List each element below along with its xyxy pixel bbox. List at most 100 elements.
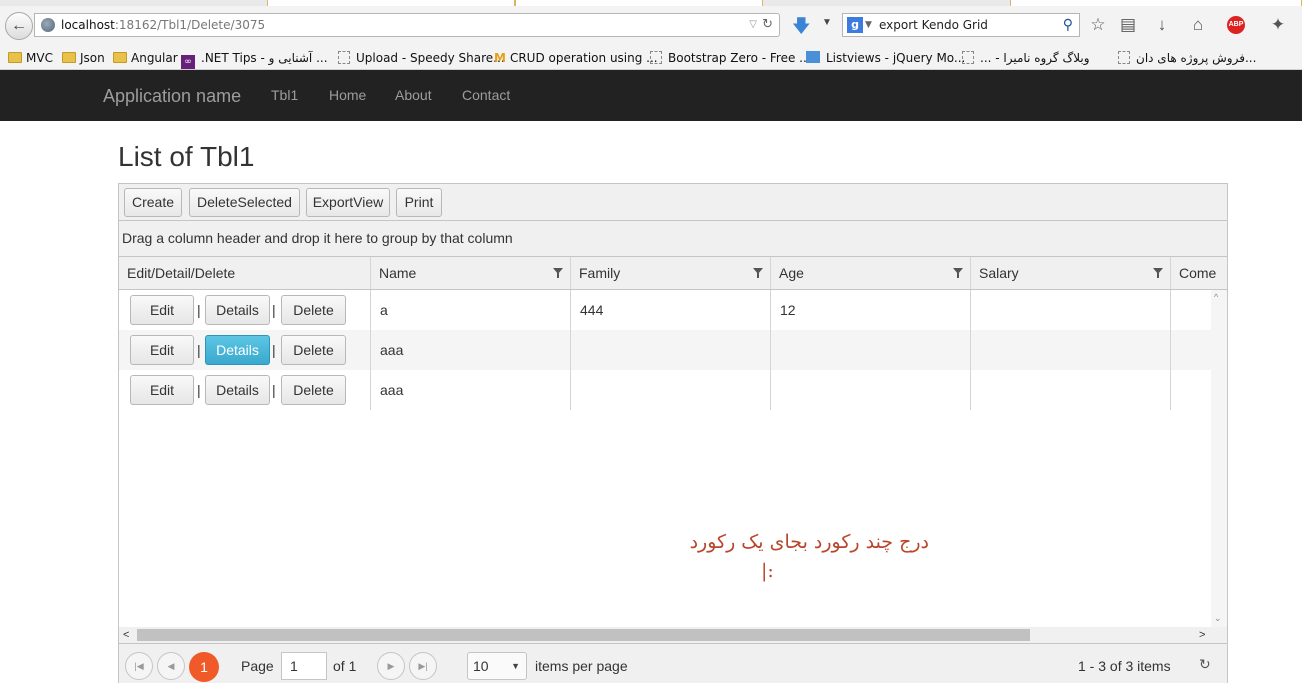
bookmark-item[interactable]: Bootstrap Zero - Free ... <box>650 49 811 67</box>
vertical-scrollbar[interactable]: ^ ⌄ <box>1211 290 1227 628</box>
bookmark-label: فروش پروژه های دان... <box>1136 51 1257 65</box>
column-header-salary[interactable]: Salary <box>970 257 1170 289</box>
folder-icon <box>62 52 76 63</box>
scroll-up-icon[interactable]: ^ <box>1214 292 1218 302</box>
page-number-input[interactable]: 1 <box>281 652 327 680</box>
prev-page-icon[interactable]: ◀ <box>157 652 185 680</box>
page-icon <box>650 51 662 64</box>
chevron-down-icon[interactable]: ▼ <box>865 14 872 36</box>
group-drop-area[interactable]: Drag a column header and drop it here to… <box>119 221 1227 257</box>
browser-tab[interactable] <box>515 0 763 6</box>
cell-name: aaa <box>370 370 570 410</box>
cell-family <box>570 370 770 410</box>
column-header-label: Family <box>579 265 621 281</box>
edit-button[interactable]: Edit <box>130 335 194 365</box>
reload-icon[interactable]: ↻ <box>762 14 773 36</box>
delete-selected-button[interactable]: DeleteSelected <box>189 188 300 217</box>
column-header-age[interactable]: Age <box>770 257 970 289</box>
bookmark-label: Listviews - jQuery Mo... <box>826 51 966 65</box>
scroll-right-icon[interactable]: > <box>1199 627 1205 643</box>
bookmark-item[interactable]: Json <box>62 49 105 67</box>
next-page-icon[interactable]: ▶ <box>377 652 405 680</box>
separator: | <box>197 382 201 398</box>
first-page-icon[interactable]: |◀ <box>125 652 153 680</box>
search-icon[interactable]: ⚲ <box>1063 14 1073 36</box>
horizontal-scrollbar[interactable]: < > <box>119 627 1227 643</box>
scroll-thumb[interactable] <box>137 629 1030 641</box>
last-page-icon[interactable]: ▶| <box>409 652 437 680</box>
adblock-icon[interactable]: ABP <box>1227 16 1245 34</box>
bookmark-label: Bootstrap Zero - Free ... <box>668 51 811 65</box>
nav-link-home[interactable]: Home <box>329 87 366 103</box>
bookmark-item[interactable]: فروش پروژه های دان... <box>1118 49 1256 67</box>
annotation-text-cursor: |: <box>761 560 774 582</box>
scroll-left-icon[interactable]: < <box>123 627 129 643</box>
nav-link-about[interactable]: About <box>395 87 432 103</box>
bookmark-item[interactable]: Upload - Speedy Share... <box>338 49 505 67</box>
filter-icon[interactable] <box>1153 268 1163 278</box>
back-arrow-icon[interactable]: ← <box>5 12 33 40</box>
chevron-down-icon[interactable]: ▼ <box>822 17 832 28</box>
grid-pager: |◀ ◀ 1 Page 1 of 1 ▶ ▶| 10 ▼ items per pa… <box>119 643 1227 683</box>
bookmark-item[interactable]: Angular <box>113 49 178 67</box>
table-row[interactable]: Edit | Details | Delete aaa <box>119 370 1211 410</box>
url-path: :18162/Tbl1/Delete/3075 <box>114 18 266 32</box>
separator: | <box>272 302 276 318</box>
nav-link-contact[interactable]: Contact <box>462 87 510 103</box>
search-input[interactable]: g ▼ export Kendo Grid ⚲ <box>842 13 1080 37</box>
delete-button[interactable]: Delete <box>281 375 346 405</box>
page-icon <box>338 51 350 64</box>
folder-icon <box>113 52 127 63</box>
extension-icon[interactable]: ✦ <box>1267 14 1289 36</box>
details-button[interactable]: Details <box>205 295 270 325</box>
browser-tab[interactable] <box>267 0 515 6</box>
scroll-down-icon[interactable]: ⌄ <box>1214 613 1222 624</box>
reading-list-icon[interactable]: ▤ <box>1117 14 1139 36</box>
column-header-family[interactable]: Family <box>570 257 770 289</box>
bookmark-item[interactable]: ∞ .NET Tips - آشنایی و ... <box>181 49 328 69</box>
delete-button[interactable]: Delete <box>281 335 346 365</box>
home-icon[interactable]: ⌂ <box>1187 14 1209 36</box>
bookmark-item[interactable]: ... - وبلاگ گروه نامیرا <box>962 49 1090 67</box>
brand-link[interactable]: Application name <box>103 86 241 107</box>
bookmark-item[interactable]: Listviews - jQuery Mo... <box>806 49 965 67</box>
table-row[interactable]: Edit | Details | Delete aaa <box>119 330 1211 370</box>
details-button[interactable]: Details <box>205 335 270 365</box>
filter-icon[interactable] <box>953 268 963 278</box>
url-dropdown-icon[interactable]: ▽ <box>749 14 757 36</box>
nav-link-tbl1[interactable]: Tbl1 <box>271 87 298 103</box>
separator: | <box>272 342 276 358</box>
column-header-actions[interactable]: Edit/Detail/Delete <box>119 257 370 289</box>
column-header-label: Edit/Detail/Delete <box>127 265 236 281</box>
export-view-button[interactable]: ExportView <box>306 188 390 217</box>
refresh-icon[interactable]: ↻ <box>1199 656 1211 673</box>
bookmark-label: ... - وبلاگ گروه نامیرا <box>980 51 1090 65</box>
delete-button[interactable]: Delete <box>281 295 346 325</box>
page-size-select[interactable]: 10 ▼ <box>467 652 527 680</box>
downloads-icon[interactable]: ↓ <box>1151 14 1173 36</box>
tab-strip <box>0 0 1302 6</box>
filter-icon[interactable] <box>553 268 563 278</box>
print-button[interactable]: Print <box>396 188 442 217</box>
column-header-name[interactable]: Name <box>370 257 570 289</box>
bookmark-star-icon[interactable]: ☆ <box>1087 14 1109 36</box>
bookmark-item[interactable]: M CRUD operation using ... <box>494 49 658 67</box>
cell-age <box>770 370 970 410</box>
edit-button[interactable]: Edit <box>130 295 194 325</box>
filter-icon[interactable] <box>753 268 763 278</box>
jquery-mobile-icon <box>806 51 820 63</box>
download-arrow-icon[interactable]: 🡇 <box>792 14 811 44</box>
current-page-button[interactable]: 1 <box>189 652 219 682</box>
browser-tab[interactable] <box>1010 0 1302 6</box>
separator: | <box>272 382 276 398</box>
edit-button[interactable]: Edit <box>130 375 194 405</box>
create-button[interactable]: Create <box>124 188 182 217</box>
annotation-text: درج چند رکورد بجای یک رکورد <box>689 531 929 553</box>
column-header-come[interactable]: Come <box>1170 257 1227 289</box>
table-row[interactable]: Edit | Details | Delete a 444 12 <box>119 290 1211 330</box>
globe-icon <box>41 18 55 32</box>
details-button[interactable]: Details <box>205 375 270 405</box>
bookmark-item[interactable]: MVC <box>8 49 53 67</box>
bookmark-label: CRUD operation using ... <box>509 51 658 65</box>
url-bar[interactable]: localhost:18162/Tbl1/Delete/3075 ▽ ↻ <box>34 13 780 37</box>
